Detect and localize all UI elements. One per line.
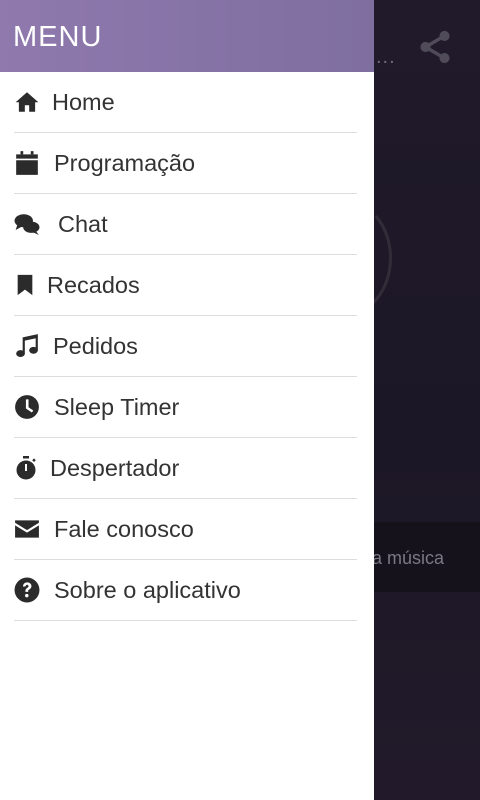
menu-item-label: Chat: [58, 210, 108, 237]
calendar-icon: [14, 149, 42, 177]
more-dots-icon[interactable]: ...: [376, 46, 396, 69]
now-playing-text: a música: [372, 548, 445, 568]
music-note-icon: [14, 332, 42, 360]
chat-bubbles-icon: [14, 210, 42, 238]
menu-item-programacao[interactable]: Programação: [14, 133, 357, 194]
menu-item-label: Sleep Timer: [54, 393, 180, 420]
menu-list: Home Programação Chat Recados Pedidos Sl…: [0, 72, 374, 621]
menu-item-recados[interactable]: Recados: [14, 255, 357, 316]
menu-item-chat[interactable]: Chat: [14, 194, 357, 255]
bookmark-icon: [14, 271, 36, 299]
menu-item-label: Pedidos: [53, 332, 138, 359]
home-icon: [14, 88, 42, 116]
menu-item-label: Home: [52, 88, 115, 115]
menu-item-sobre-o-aplicativo[interactable]: Sobre o aplicativo: [14, 560, 357, 621]
menu-item-label: Despertador: [50, 454, 180, 481]
menu-item-label: Fale conosco: [54, 515, 194, 542]
menu-item-fale-conosco[interactable]: Fale conosco: [14, 499, 357, 560]
drawer-title: MENU: [13, 20, 103, 53]
question-circle-icon: [14, 576, 42, 604]
menu-item-pedidos[interactable]: Pedidos: [14, 316, 357, 377]
menu-item-home[interactable]: Home: [14, 72, 357, 133]
menu-item-label: Programação: [54, 149, 196, 176]
navigation-drawer: MENU Home Programação Chat Recados Pedid…: [0, 0, 374, 800]
drawer-header: MENU: [0, 0, 374, 72]
envelope-icon: [14, 515, 42, 543]
stopwatch-icon: [14, 454, 38, 482]
share-icon[interactable]: [416, 28, 454, 66]
menu-item-label: Recados: [47, 271, 140, 298]
menu-item-label: Sobre o aplicativo: [54, 576, 241, 603]
menu-item-sleep-timer[interactable]: Sleep Timer: [14, 377, 357, 438]
menu-item-despertador[interactable]: Despertador: [14, 438, 357, 499]
clock-icon: [14, 393, 42, 421]
